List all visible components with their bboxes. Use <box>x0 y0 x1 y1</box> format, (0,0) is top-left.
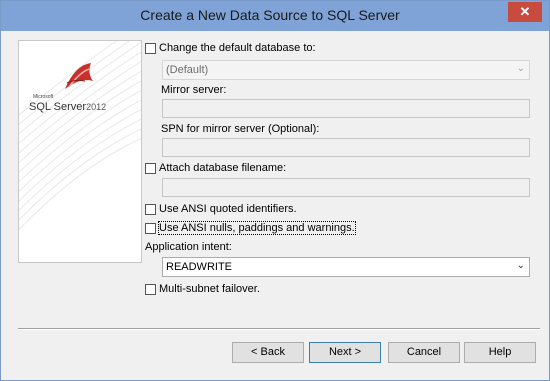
help-button[interactable]: Help <box>464 342 536 363</box>
sql-server-emblem-icon <box>65 63 93 89</box>
product-name: SQL Server2012 <box>29 101 106 113</box>
attach-db-label[interactable]: Attach database filename: <box>159 162 286 174</box>
multi-subnet-checkbox[interactable] <box>145 284 156 295</box>
window-title: Create a New Data Source to SQL Server <box>140 7 400 23</box>
product-year: 2012 <box>86 102 107 112</box>
dialog-content: Microsoft SQL Server2012 Change the defa… <box>8 32 542 375</box>
cancel-button[interactable]: Cancel <box>388 342 460 363</box>
chevron-down-icon: ⌄ <box>516 260 525 271</box>
ansi-nulls-checkbox[interactable] <box>145 223 156 234</box>
product-label: SQL Server <box>29 101 87 113</box>
app-intent-label: Application intent: <box>145 241 232 253</box>
button-separator <box>18 328 540 330</box>
app-intent-value: READWRITE <box>166 261 232 273</box>
ansi-quoted-label[interactable]: Use ANSI quoted identifiers. <box>159 203 297 215</box>
change-default-db-label[interactable]: Change the default database to: <box>159 42 316 54</box>
dialog-window: Create a New Data Source to SQL Server ✕ <box>0 0 550 381</box>
next-button[interactable]: Next > <box>309 342 381 363</box>
title-bar[interactable]: Create a New Data Source to SQL Server ✕ <box>1 1 549 31</box>
mirror-server-input <box>162 99 530 118</box>
spn-mirror-input <box>162 138 530 157</box>
microsoft-label: Microsoft <box>33 94 54 100</box>
back-button[interactable]: < Back <box>232 342 304 363</box>
ansi-quoted-checkbox[interactable] <box>145 204 156 215</box>
attach-db-input <box>162 178 530 197</box>
chevron-down-icon: ⌄ <box>516 63 525 74</box>
app-intent-select[interactable]: READWRITE ⌄ <box>162 257 530 277</box>
default-db-value: (Default) <box>166 64 209 76</box>
multi-subnet-label[interactable]: Multi-subnet failover. <box>159 283 260 295</box>
spn-mirror-label: SPN for mirror server (Optional): <box>161 123 320 135</box>
default-db-select: (Default) ⌄ <box>162 60 530 80</box>
change-default-db-checkbox[interactable] <box>145 43 156 54</box>
ansi-nulls-label[interactable]: Use ANSI nulls, paddings and warnings. <box>158 221 356 235</box>
close-button[interactable]: ✕ <box>508 2 542 22</box>
attach-db-checkbox[interactable] <box>145 163 156 174</box>
sql-server-logo-panel: Microsoft SQL Server2012 <box>18 40 142 263</box>
close-icon: ✕ <box>519 4 531 19</box>
mirror-server-label: Mirror server: <box>161 84 227 96</box>
